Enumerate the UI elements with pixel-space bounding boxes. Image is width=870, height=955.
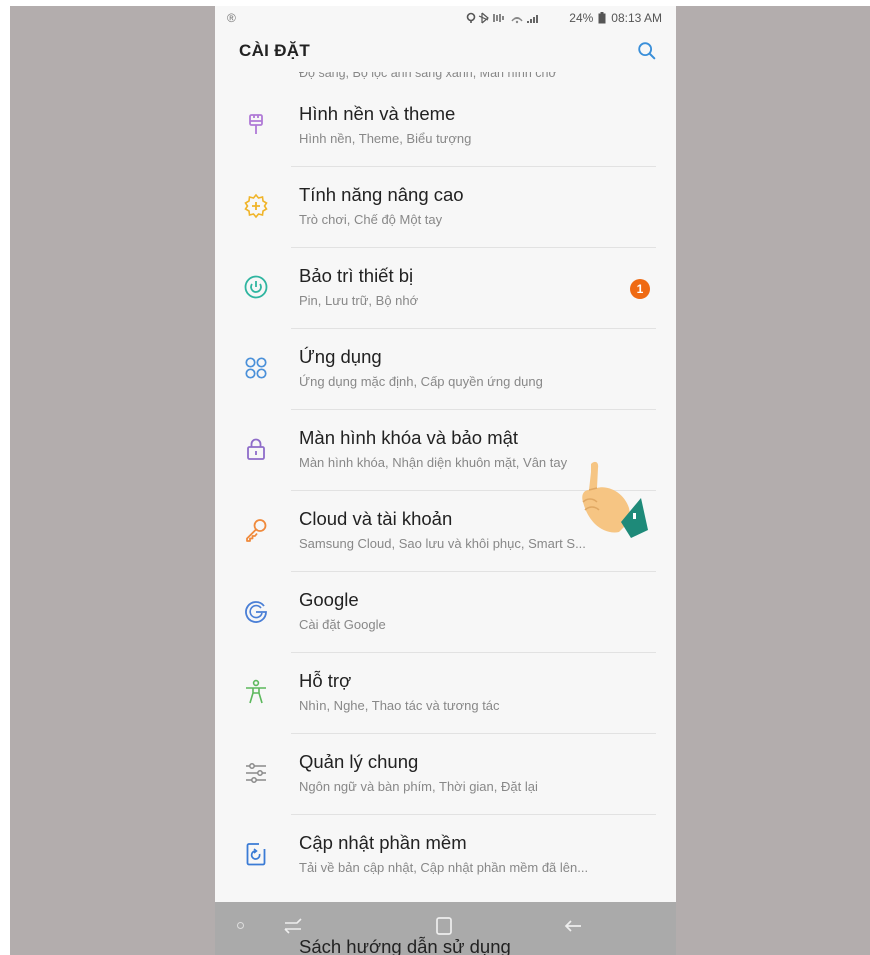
google-icon xyxy=(245,601,267,623)
back-icon[interactable] xyxy=(561,914,585,938)
list-item-label: Quản lý chung xyxy=(299,751,419,772)
list-item-label: Cập nhật phần mềm xyxy=(299,832,467,853)
status-icons xyxy=(466,12,539,24)
list-item-subtitle: Màn hình khóa, Nhận diện khuôn mặt, Vân … xyxy=(299,455,568,470)
notification-badge: 1 xyxy=(630,279,650,299)
key-icon xyxy=(246,519,267,542)
list-item-subtitle: Nhìn, Nghe, Thao tác và tương tác xyxy=(299,698,500,713)
battery-percent: 24% xyxy=(569,11,594,25)
list-item-subtitle: Cài đặt Google xyxy=(299,617,386,632)
sliders-icon xyxy=(246,763,266,783)
list-item-label: Google xyxy=(299,589,359,610)
list-item-label: Ứng dụng xyxy=(299,346,382,367)
registered-icon: ® xyxy=(227,11,236,25)
list-item-subtitle: Trò chơi, Chế độ Một tay xyxy=(299,212,443,227)
list-item-subtitle: Độ sáng, Bộ lọc ánh sáng xanh, Màn hình … xyxy=(299,72,557,80)
app-header: CÀI ĐẶT xyxy=(215,30,676,72)
paintbrush-icon xyxy=(249,114,263,134)
apps-icon xyxy=(245,357,267,379)
list-item-label: Tính năng nâng cao xyxy=(299,184,464,205)
search-icon[interactable] xyxy=(636,40,658,62)
list-item-label: Bảo trì thiết bị xyxy=(299,265,414,286)
page-title: CÀI ĐẶT xyxy=(239,41,311,60)
list-item-software-update[interactable]: Cập nhật phần mềm Tải về bản cập nhật, C… xyxy=(215,815,676,896)
list-item-label: Hình nền và theme xyxy=(299,103,456,124)
list-item-subtitle: Tải về bản cập nhật, Cập nhật phần mềm đ… xyxy=(299,860,589,875)
list-item-label: Màn hình khóa và bảo mật xyxy=(299,427,519,448)
lock-icon xyxy=(247,438,265,460)
gear-plus-icon xyxy=(244,193,268,219)
list-item-subtitle: Ngôn ngữ và bàn phím, Thời gian, Đặt lại xyxy=(299,779,538,794)
list-item-subtitle: Pin, Lưu trữ, Bộ nhớ xyxy=(299,293,419,308)
recents-icon[interactable] xyxy=(281,914,305,938)
navigation-bar: Sách hướng dẫn sử dụng xyxy=(215,902,676,955)
software-update-icon xyxy=(246,843,266,866)
list-item-display-partial[interactable]: Độ sáng, Bộ lọc ánh sáng xanh, Màn hình … xyxy=(215,72,676,86)
pointing-hand-icon xyxy=(582,461,648,538)
list-item-user-manual-label: Sách hướng dẫn sử dụng xyxy=(299,936,511,955)
list-item-label: Cloud và tài khoản xyxy=(299,508,453,529)
list-item-apps[interactable]: Ứng dụng Ứng dụng mặc định, Cấp quyền ứn… xyxy=(215,329,676,410)
list-item-subtitle: Samsung Cloud, Sao lưu và khôi phục, Sma… xyxy=(299,536,586,551)
device-care-icon xyxy=(244,275,268,299)
phone-screen: ® 24% 08:13 AM CÀI ĐẶT Độ sáng, Bộ lọc á… xyxy=(215,6,676,955)
accessibility-icon xyxy=(246,679,266,704)
list-item-device-care[interactable]: Bảo trì thiết bị Pin, Lưu trữ, Bộ nhớ 1 xyxy=(215,248,676,329)
nav-dot-icon xyxy=(237,922,244,929)
list-item-advanced-features[interactable]: Tính năng nâng cao Trò chơi, Chế độ Một … xyxy=(215,167,676,248)
status-time: 08:13 AM xyxy=(611,11,662,25)
list-item-label: Hỗ trợ xyxy=(299,670,352,691)
list-item-general-management[interactable]: Quản lý chung Ngôn ngữ và bàn phím, Thời… xyxy=(215,734,676,815)
list-item-wallpapers-themes[interactable]: Hình nền và theme Hình nền, Theme, Biểu … xyxy=(215,86,676,167)
battery-icon xyxy=(598,12,606,24)
list-item-subtitle: Hình nền, Theme, Biểu tượng xyxy=(299,131,472,146)
home-icon[interactable] xyxy=(432,914,456,938)
list-item-subtitle: Ứng dụng mặc định, Cấp quyền ứng dụng xyxy=(299,374,543,389)
list-item-accessibility[interactable]: Hỗ trợ Nhìn, Nghe, Thao tác và tương tác xyxy=(215,653,676,734)
status-bar: ® 24% 08:13 AM xyxy=(215,6,676,30)
list-item-google[interactable]: Google Cài đặt Google xyxy=(215,572,676,653)
